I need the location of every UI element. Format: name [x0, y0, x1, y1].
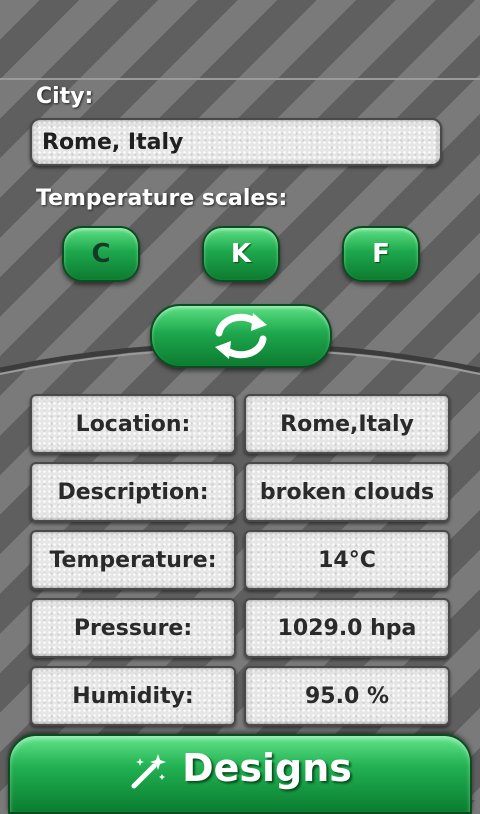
location-value: Rome,Italy — [244, 394, 450, 454]
pressure-value: 1029.0 hpa — [244, 598, 450, 658]
magic-wand-icon — [131, 754, 167, 789]
scale-kelvin-button[interactable]: K — [202, 226, 280, 282]
city-input[interactable] — [30, 118, 442, 166]
designs-label: Designs — [182, 746, 352, 790]
temperature-value: 14°C — [244, 530, 450, 590]
temperature-label: Temperature: — [30, 530, 236, 590]
city-label: City: — [36, 84, 94, 109]
designs-button[interactable]: Designs — [8, 734, 472, 814]
refresh-arrows-icon — [215, 313, 267, 359]
temperature-scales-label: Temperature scales: — [36, 186, 288, 211]
location-label: Location: — [30, 394, 236, 454]
pressure-label: Pressure: — [30, 598, 236, 658]
refresh-button[interactable] — [150, 304, 332, 368]
description-label: Description: — [30, 462, 236, 522]
top-bar — [0, 0, 480, 80]
humidity-label: Humidity: — [30, 666, 236, 726]
description-value: broken clouds — [244, 462, 450, 522]
humidity-value: 95.0 % — [244, 666, 450, 726]
scale-celsius-button[interactable]: C — [62, 226, 140, 282]
scale-fahrenheit-button[interactable]: F — [342, 226, 420, 282]
